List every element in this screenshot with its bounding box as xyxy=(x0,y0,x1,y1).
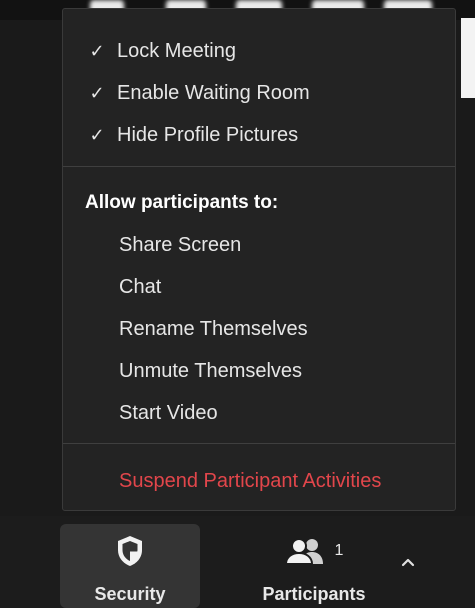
lock-meeting-item[interactable]: ✓ Lock Meeting xyxy=(63,33,455,69)
allow-participants-heading: Allow participants to: xyxy=(85,192,279,213)
security-label: Security xyxy=(94,584,166,604)
unmute-themselves-label: Unmute Themselves xyxy=(119,359,303,382)
people-icon: 1 xyxy=(284,534,344,568)
security-menu: ✓ Lock Meeting ✓ Enable Waiting Room ✓ H… xyxy=(62,8,456,511)
checkmark-icon: ✓ xyxy=(89,82,105,103)
participants-button[interactable]: 1 Participants xyxy=(248,524,380,608)
chevron-up-icon[interactable] xyxy=(398,552,418,572)
rename-themselves-item[interactable]: Rename Themselves xyxy=(63,311,455,347)
lock-meeting-label: Lock Meeting xyxy=(117,39,236,62)
suspend-participant-activities-item[interactable]: Suspend Participant Activities xyxy=(63,463,455,499)
hide-profile-pictures-item[interactable]: ✓ Hide Profile Pictures xyxy=(63,117,455,153)
rename-themselves-label: Rename Themselves xyxy=(119,317,308,340)
participant-count: 1 xyxy=(334,542,344,559)
menu-divider xyxy=(63,166,455,167)
security-button[interactable]: Security xyxy=(60,524,200,608)
enable-waiting-room-label: Enable Waiting Room xyxy=(117,81,310,104)
enable-waiting-room-item[interactable]: ✓ Enable Waiting Room xyxy=(63,75,455,111)
participants-label: Participants xyxy=(262,584,366,604)
share-screen-label: Share Screen xyxy=(119,233,242,256)
start-video-label: Start Video xyxy=(119,401,218,424)
unmute-themselves-item[interactable]: Unmute Themselves xyxy=(63,353,455,389)
checkmark-icon: ✓ xyxy=(89,124,105,145)
scrollbar[interactable] xyxy=(461,18,475,98)
checkmark-icon: ✓ xyxy=(89,40,105,61)
shield-icon xyxy=(116,534,144,568)
start-video-item[interactable]: Start Video xyxy=(63,395,455,431)
chat-item[interactable]: Chat xyxy=(63,269,455,305)
suspend-participant-activities-label: Suspend Participant Activities xyxy=(119,469,382,492)
chat-label: Chat xyxy=(119,275,162,298)
zoom-window: ✓ Lock Meeting ✓ Enable Waiting Room ✓ H… xyxy=(0,0,475,608)
meeting-toolbar: Security 1 Participants xyxy=(0,516,475,608)
menu-divider xyxy=(63,443,455,444)
share-screen-item[interactable]: Share Screen xyxy=(63,227,455,263)
hide-profile-pictures-label: Hide Profile Pictures xyxy=(117,123,299,146)
